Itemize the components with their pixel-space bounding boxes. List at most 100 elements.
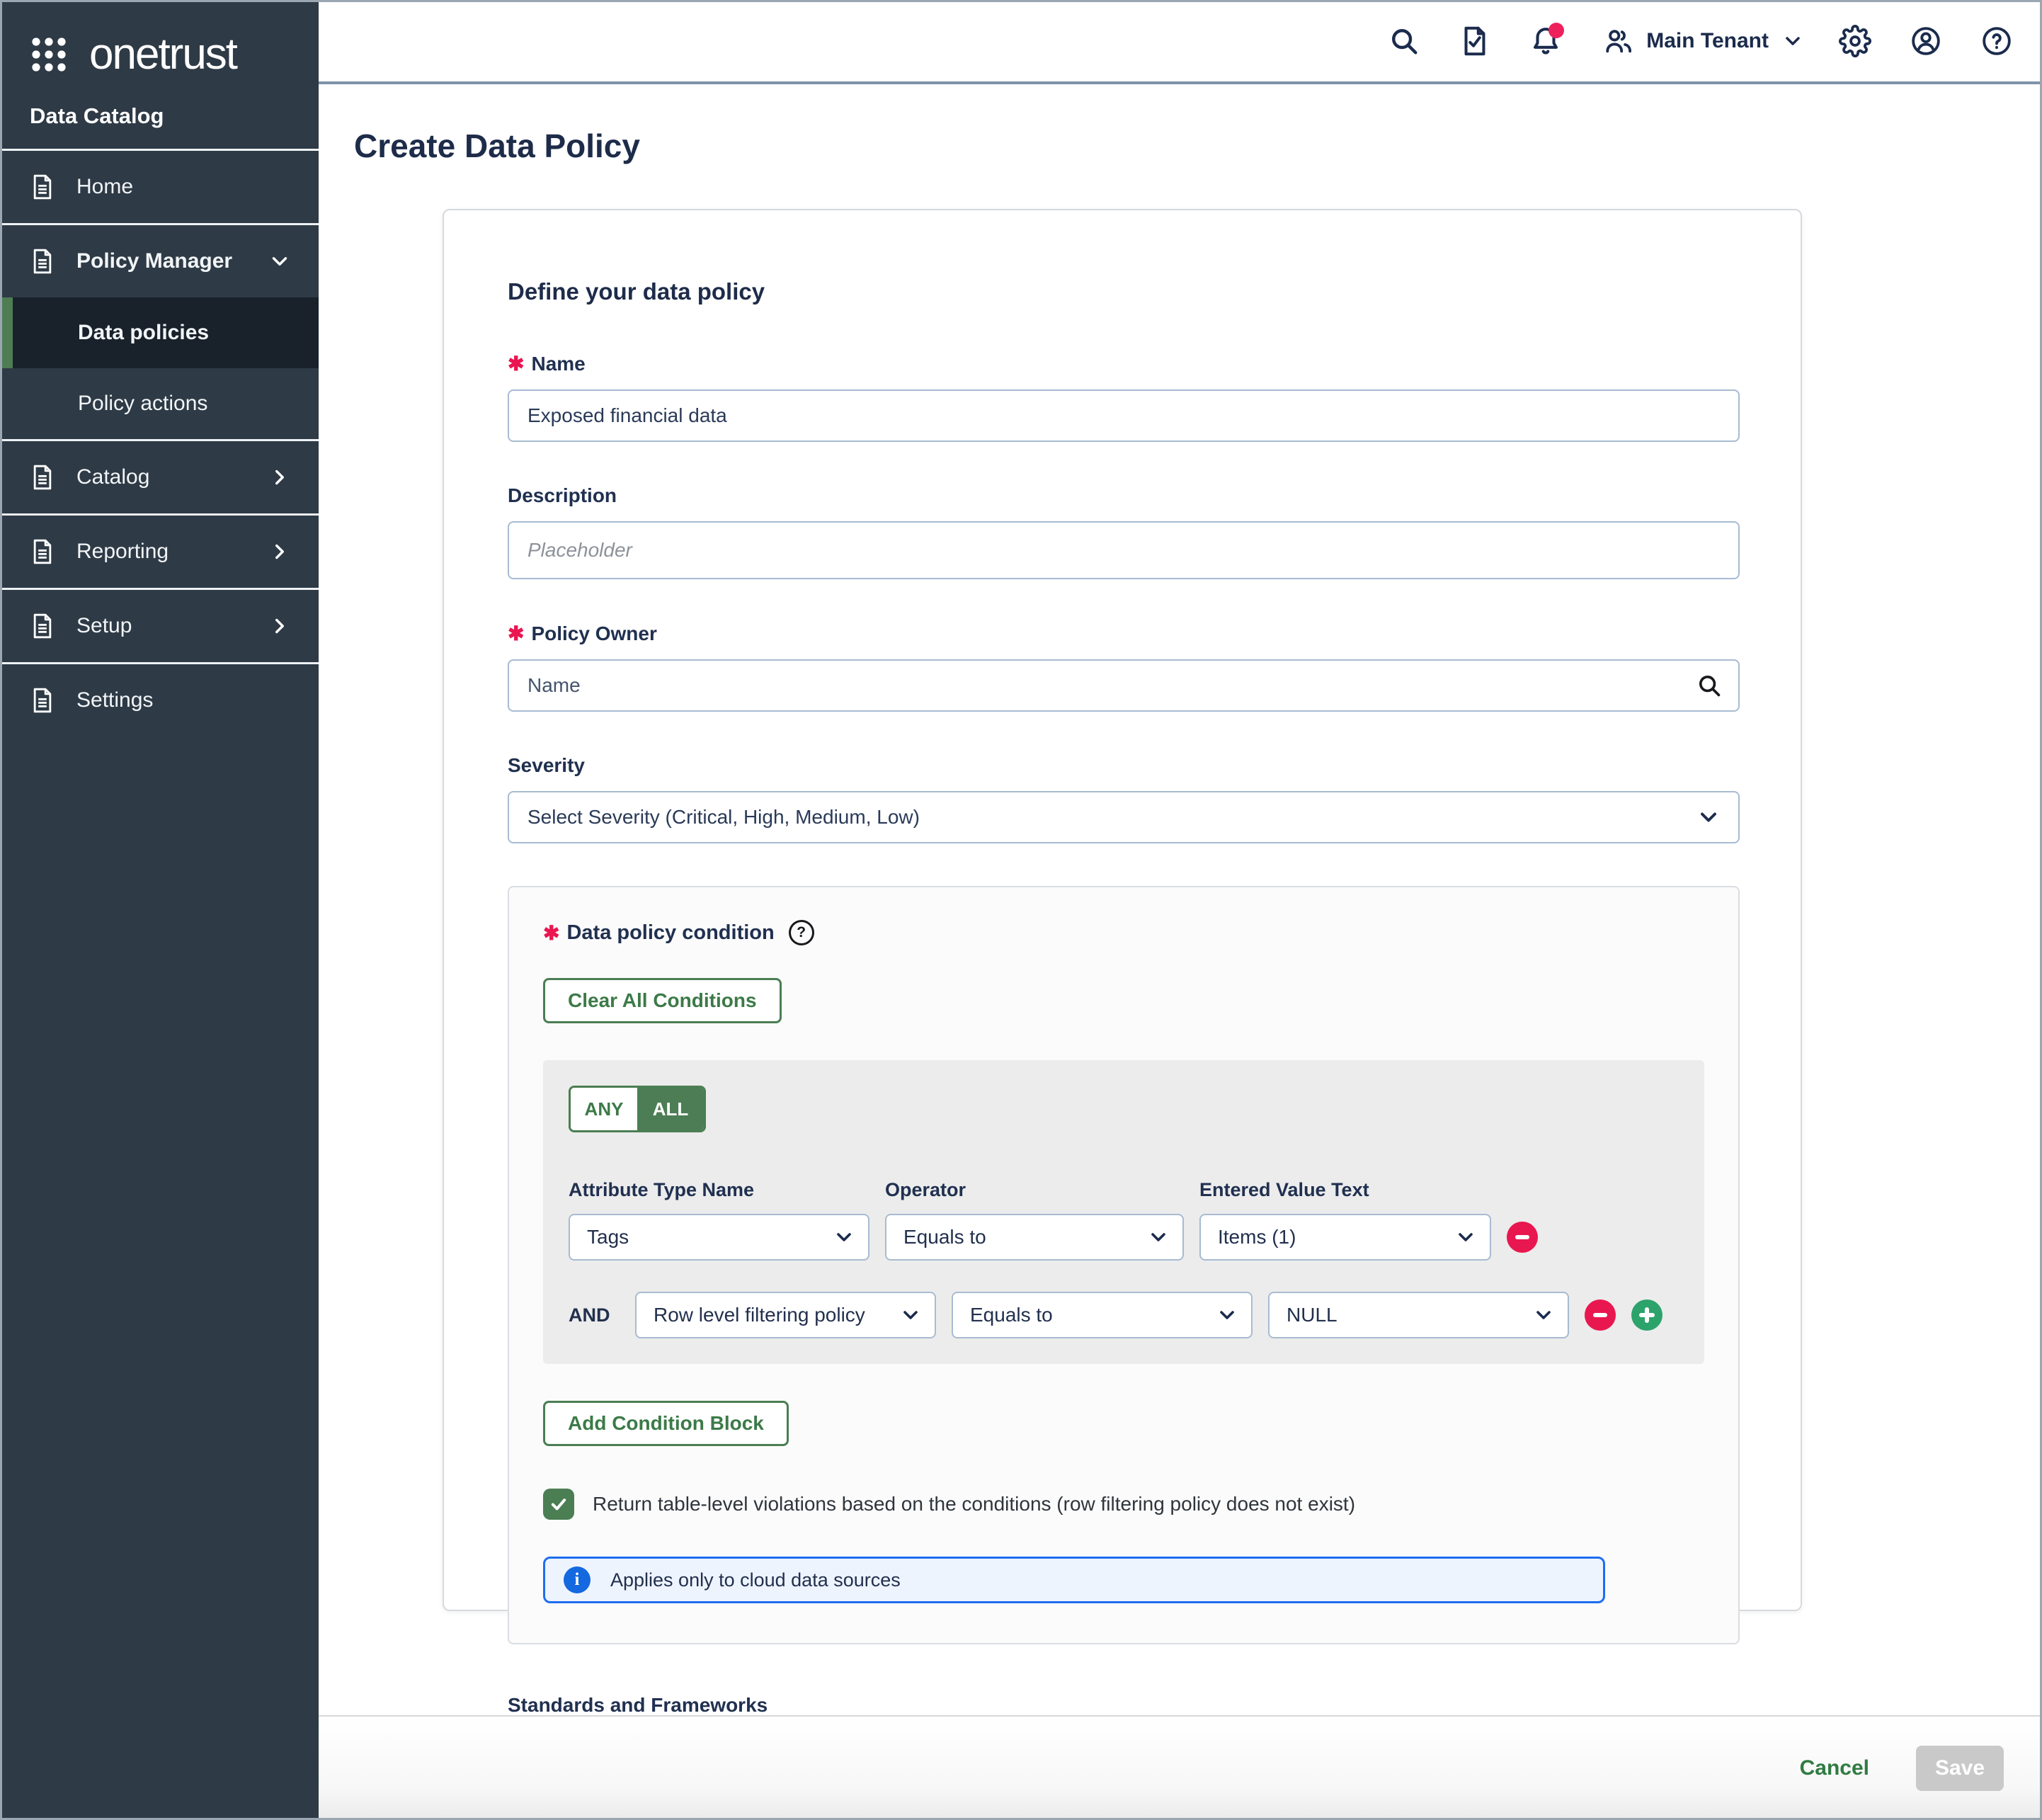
toggle-all[interactable]: ALL [637,1088,704,1130]
value-dropdown[interactable]: Items (1) [1199,1214,1491,1261]
clear-all-conditions-button[interactable]: Clear All Conditions [543,978,782,1023]
standards-frameworks-label: Standards and Frameworks [508,1694,1737,1717]
save-button[interactable]: Save [1916,1746,2004,1791]
document-check-icon [1459,25,1491,57]
policy-owner-label: ✱ Policy Owner [508,622,1737,645]
chevron-down-icon [1454,1226,1477,1249]
any-all-toggle: ANY ALL [569,1086,706,1132]
gear-icon [1839,25,1871,57]
search-button[interactable] [1384,21,1424,61]
sidebar-item-policy-manager[interactable]: Policy Manager [0,225,319,297]
sidebar-item-label: Home [76,175,133,199]
chevron-right-icon [268,614,292,638]
table-violations-checkbox[interactable] [543,1489,574,1520]
required-asterisk: ✱ [543,921,559,945]
condition-panel: ANY ALL Attribute Type Name Operator Ent… [543,1060,1704,1364]
description-field-group: Description [508,484,1737,579]
sidebar-item-setup[interactable]: Setup [0,590,319,662]
required-asterisk: ✱ [508,352,524,375]
section-heading: Define your data policy [508,278,1737,305]
name-field-group: ✱ Name [508,352,1737,442]
condition-row-2: AND Row level filtering policy Equals to… [569,1292,1679,1338]
required-asterisk: ✱ [508,622,524,645]
checkbox-label: Return table-level violations based on t… [593,1493,1355,1515]
attribute-dropdown[interactable]: Tags [569,1214,869,1261]
table-violations-checkbox-row: Return table-level violations based on t… [543,1489,1704,1520]
condition-section: ✱ Data policy condition ? Clear All Cond… [508,886,1740,1644]
sidebar-item-label: Settings [76,688,153,712]
remove-condition-button[interactable] [1585,1299,1616,1331]
column-label-attribute: Attribute Type Name [569,1179,869,1201]
notification-dot [1548,23,1564,38]
info-alert: i Applies only to cloud data sources [543,1557,1605,1603]
add-condition-block-button[interactable]: Add Condition Block [543,1401,789,1446]
notifications-button[interactable] [1526,21,1565,61]
remove-condition-button[interactable] [1507,1222,1538,1253]
account-button[interactable] [1906,21,1946,61]
sidebar: onetrust Data Catalog Home Policy Manage… [0,0,319,1820]
add-condition-button[interactable] [1631,1299,1662,1331]
document-icon [28,247,57,275]
attribute-dropdown[interactable]: Row level filtering policy [635,1292,936,1338]
tenant-selector[interactable]: Main Tenant [1602,25,1804,57]
policy-owner-field-group: ✱ Policy Owner [508,622,1737,712]
sidebar-item-label: Setup [76,614,132,638]
severity-label: Severity [508,754,1737,777]
settings-button[interactable] [1835,21,1875,61]
condition-row-1: Tags Equals to Items (1) [569,1214,1679,1261]
info-icon: i [564,1566,591,1593]
operator-dropdown[interactable]: Equals to [952,1292,1253,1338]
sidebar-item-settings[interactable]: Settings [0,664,319,736]
chevron-down-icon [1696,804,1721,830]
sidebar-item-home[interactable]: Home [0,151,319,223]
topbar: Main Tenant [319,0,2042,84]
chevron-down-icon [1781,30,1804,52]
app-window: onetrust Data Catalog Home Policy Manage… [0,0,2042,1820]
search-icon [1388,25,1420,57]
check-icon [549,1494,569,1514]
description-input[interactable] [508,521,1740,579]
sidebar-item-label: Catalog [76,465,149,489]
chevron-down-icon [899,1304,922,1326]
severity-field-group: Severity Select Severity (Critical, High… [508,754,1737,843]
document-icon [28,463,57,491]
account-icon [1910,25,1942,57]
description-label: Description [508,484,1737,507]
document-icon [28,538,57,566]
info-alert-text: Applies only to cloud data sources [610,1569,901,1591]
logo-wordmark: onetrust [89,33,236,76]
brand-logo[interactable]: onetrust [0,0,319,84]
tenant-label: Main Tenant [1646,29,1769,53]
grid-logo-icon [30,35,68,74]
document-check-button[interactable] [1455,21,1495,61]
operator-dropdown[interactable]: Equals to [885,1214,1184,1261]
name-label: ✱ Name [508,352,1737,375]
document-icon [28,686,57,715]
cancel-button[interactable]: Cancel [1800,1756,1869,1780]
sidebar-item-data-policies[interactable]: Data policies [0,297,319,368]
severity-select[interactable]: Select Severity (Critical, High, Medium,… [508,791,1740,843]
sidebar-item-label: Policy Manager [76,249,232,273]
footer-action-bar: Cancel Save [319,1715,2042,1820]
condition-label: Data policy condition [566,921,774,945]
policy-owner-input[interactable] [508,659,1740,712]
severity-value: Select Severity (Critical, High, Medium,… [527,806,920,829]
sidebar-item-label: Data policies [78,321,209,345]
value-dropdown[interactable]: NULL [1268,1292,1569,1338]
document-icon [28,612,57,640]
sidebar-item-policy-actions[interactable]: Policy actions [0,368,319,439]
help-icon[interactable]: ? [789,920,814,945]
people-icon [1602,25,1635,57]
sidebar-item-reporting[interactable]: Reporting [0,516,319,588]
name-input[interactable] [508,389,1740,442]
column-label-value: Entered Value Text [1199,1179,1491,1201]
sidebar-item-catalog[interactable]: Catalog [0,441,319,513]
sidebar-item-label: Policy actions [78,392,207,416]
condition-label-row: ✱ Data policy condition ? [543,920,1704,945]
column-label-operator: Operator [885,1179,1184,1201]
product-label: Data Catalog [0,84,319,149]
chevron-down-icon [833,1226,855,1249]
chevron-down-icon [268,249,292,273]
toggle-any[interactable]: ANY [571,1088,637,1130]
help-button[interactable] [1977,21,2017,61]
